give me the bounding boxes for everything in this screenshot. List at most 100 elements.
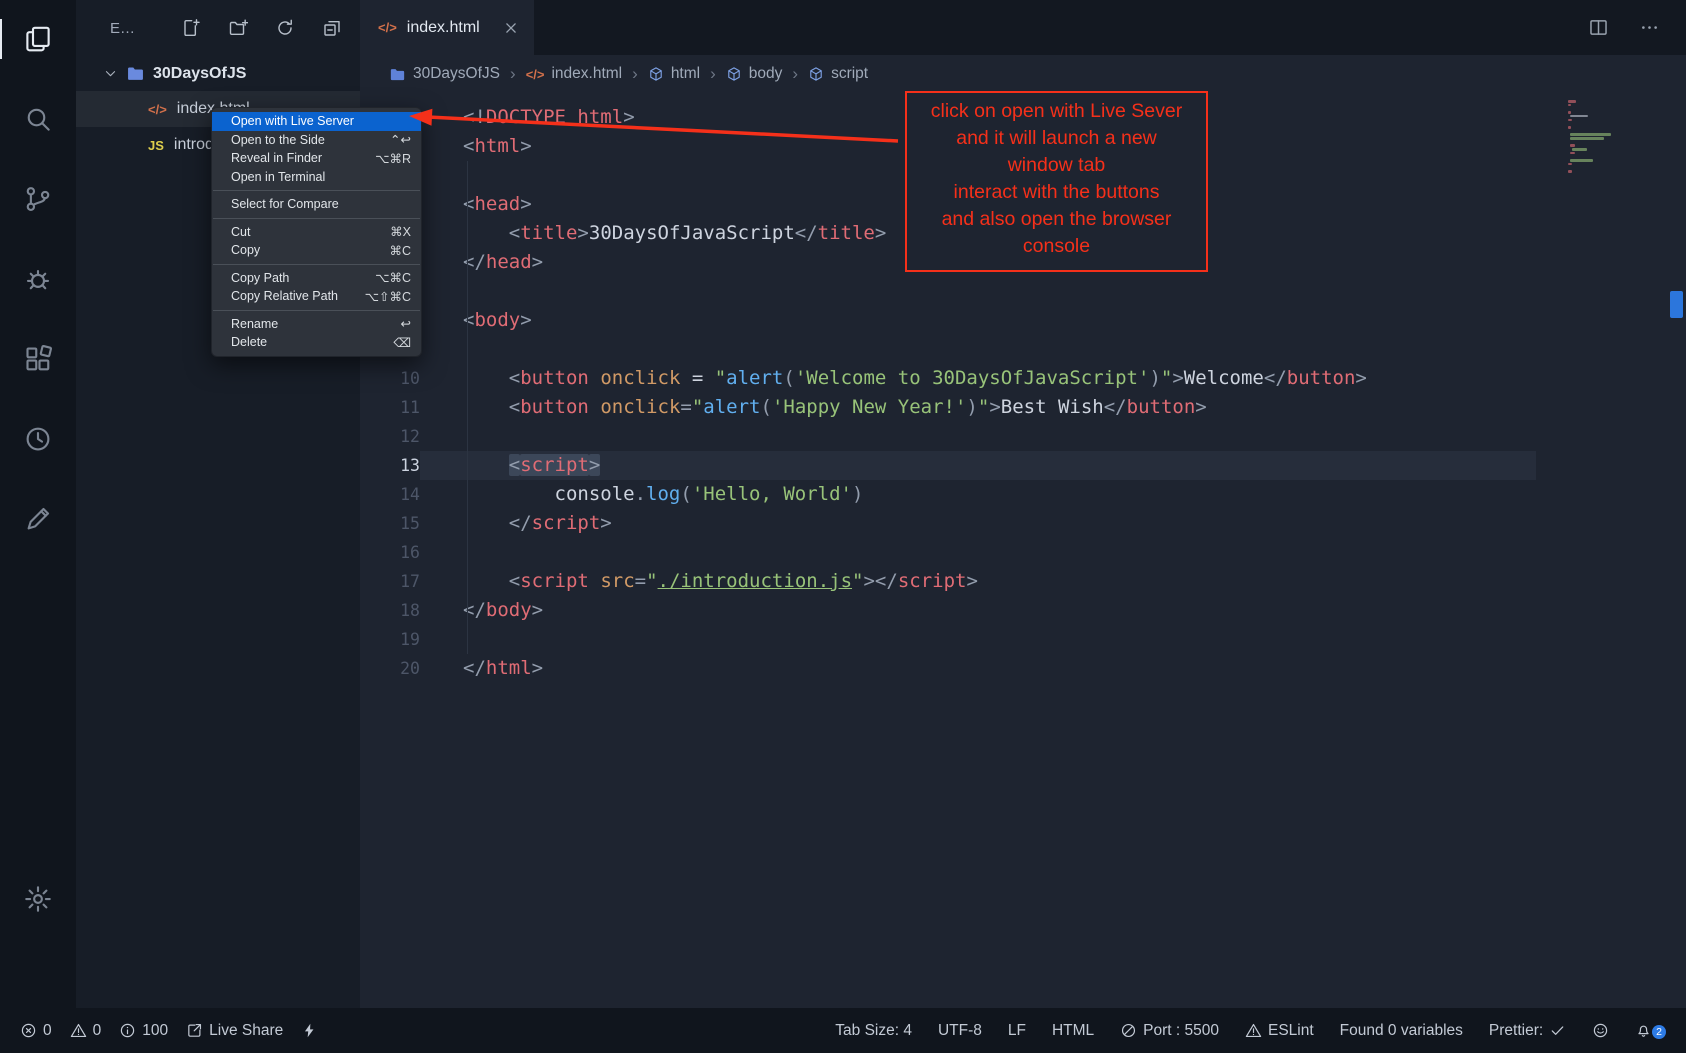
menu-item-shortcut: ⌥⇧⌘C [365,289,411,304]
code-text[interactable]: <body> [420,306,1536,335]
code-text[interactable] [420,335,1536,364]
sidebar-action-new-file[interactable] [181,18,201,38]
line-number: 15 [360,509,420,538]
menu-item-label: Rename [231,317,385,331]
breadcrumb-label: 30DaysOfJS [413,65,500,83]
menu-open-to-the-side[interactable]: Open to the Side⌃↩ [212,131,421,150]
code-text[interactable] [420,625,1536,654]
menu-copy[interactable]: Copy⌘C [212,241,421,260]
activity-source-control[interactable] [0,182,76,216]
status-label: 100 [142,1022,168,1040]
status-eslint[interactable]: ESLint [1245,1022,1314,1040]
breadcrumb-body[interactable]: body [726,65,783,83]
minimap[interactable] [1568,99,1660,174]
minimap-line [1570,115,1588,118]
status-feedback[interactable] [1592,1022,1609,1039]
annotation-line: window tab [909,152,1204,179]
menu-item-shortcut: ⌃↩ [390,132,411,147]
minimap-line [1568,111,1571,114]
line-number: 17 [360,567,420,596]
menu-copy-relative-path[interactable]: Copy Relative Path⌥⇧⌘C [212,287,421,306]
check-icon [1549,1022,1566,1039]
tab-bar: </>index.html [360,0,1686,55]
code-text[interactable]: console.log('Hello, World') [420,480,1536,509]
status-tab-size[interactable]: Tab Size: 4 [835,1022,912,1040]
menu-select-for-compare[interactable]: Select for Compare [212,195,421,214]
line-number: 18 [360,596,420,625]
menu-copy-path[interactable]: Copy Path⌥⌘C [212,269,421,288]
status-notifications[interactable]: 2 [1635,1022,1666,1039]
code-text[interactable]: </body> [420,596,1536,625]
sidebar-action-refresh[interactable] [275,18,295,38]
menu-item-shortcut: ⌘X [390,224,411,239]
menu-open-in-terminal[interactable]: Open in Terminal [212,168,421,187]
status-eol[interactable]: LF [1008,1022,1026,1040]
status-live-server-bolt[interactable] [301,1022,318,1039]
menu-open-with-live-server[interactable]: Open with Live Server [212,112,421,131]
editor-action-more[interactable] [1639,17,1660,38]
context-menu: Open with Live ServerOpen to the Side⌃↩R… [211,107,422,357]
status-live-share[interactable]: Live Share [186,1022,283,1040]
more-icon [1639,17,1660,38]
code-text[interactable]: </html> [420,654,1536,683]
activity-gear[interactable] [0,882,76,916]
status-info-count[interactable]: 100 [119,1022,168,1040]
sidebar-action-collapse-all[interactable] [322,18,342,38]
sidebar-actions [181,18,350,38]
close-icon[interactable] [502,19,520,37]
editor-action-split[interactable] [1588,17,1609,38]
minimap-line [1568,126,1571,129]
line-number: 16 [360,538,420,567]
breadcrumb-index-html[interactable]: </>index.html [526,65,622,83]
menu-rename[interactable]: Rename↩ [212,315,421,334]
status-prettier[interactable]: Prettier: [1489,1022,1566,1040]
activity-clock[interactable] [0,422,76,456]
line-number: 11 [360,393,420,422]
code-line-15: 15 </script> [360,509,1686,538]
annotation-line: interact with the buttons [909,179,1204,206]
code-text[interactable]: <button onclick = "alert('Welcome to 30D… [420,364,1536,393]
activity-bar-bottom [0,882,76,1008]
code-text[interactable]: <script src="./introduction.js"></script… [420,567,1536,596]
activity-bar [0,0,76,1008]
activity-pen[interactable] [0,502,76,536]
activity-bar-top [0,0,76,536]
status-language-mode[interactable]: HTML [1052,1022,1094,1040]
activity-extensions[interactable] [0,342,76,376]
code-text[interactable] [420,422,1536,451]
code-text[interactable] [420,538,1536,567]
breadcrumb-separator: › [792,64,798,84]
breadcrumb-script[interactable]: script [808,65,868,83]
tab-index-html[interactable]: </>index.html [360,0,534,55]
vscode-window: { "colors": { "accent_blue": "#0b63cf", … [0,0,1686,1053]
status-found-variables[interactable]: Found 0 variables [1340,1022,1463,1040]
sidebar-action-new-folder[interactable] [228,18,248,38]
code-text[interactable]: <script> [420,451,1536,480]
minimap-line [1570,133,1611,136]
minimap-line [1568,100,1576,103]
refresh-icon [275,18,295,38]
code-text[interactable]: </script> [420,509,1536,538]
status-encoding[interactable]: UTF-8 [938,1022,982,1040]
code-text[interactable]: <button onclick="alert('Happy New Year!'… [420,393,1536,422]
activity-debug[interactable] [0,262,76,296]
activity-files[interactable] [0,22,76,56]
html-file-icon: </> [148,102,167,117]
split-icon [1588,17,1609,38]
status-errors[interactable]: 0 [20,1022,52,1040]
code-text[interactable] [420,277,1536,306]
menu-delete[interactable]: Delete⌫ [212,333,421,352]
code-line-10: 10 <button onclick = "alert('Welcome to … [360,364,1686,393]
code-line-20: 20</html> [360,654,1686,683]
breadcrumb-30daysofjs[interactable]: 30DaysOfJS [389,65,500,83]
tree-root-folder[interactable]: 30DaysOfJS [76,56,360,91]
scrollbar-marker[interactable] [1670,291,1683,318]
activity-search[interactable] [0,102,76,136]
status-warnings[interactable]: 0 [70,1022,102,1040]
breadcrumb-html[interactable]: html [648,65,700,83]
live-share-icon [186,1022,203,1039]
menu-cut[interactable]: Cut⌘X [212,223,421,242]
breadcrumb-label: body [749,65,783,83]
status-live-server-port[interactable]: Port : 5500 [1120,1022,1219,1040]
menu-reveal-in-finder[interactable]: Reveal in Finder⌥⌘R [212,149,421,168]
